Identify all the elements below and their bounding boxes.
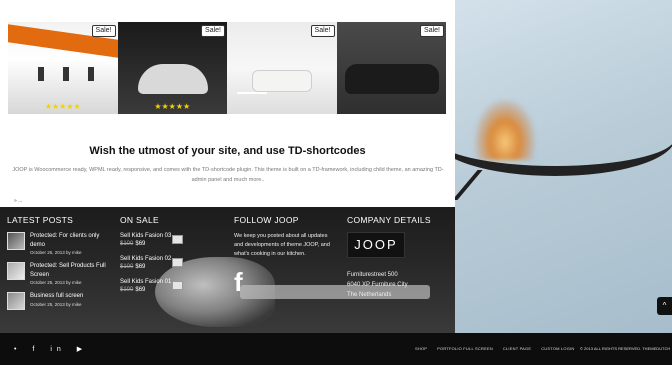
product-name[interactable]: Sell Kids Fasion 01 — [120, 278, 220, 286]
footer-link-custom-login[interactable]: CUSTOM LOGIN — [541, 346, 574, 351]
product-gallery: Sale! ★★★★★ Sale! ★★★★★ Sale! Sale! — [8, 22, 446, 114]
widget-heading: COMPANY DETAILS — [347, 215, 431, 225]
social-links: • f in ▶ — [14, 345, 91, 353]
post-thumbnail[interactable] — [7, 292, 25, 310]
post-thumbnail[interactable] — [7, 262, 25, 280]
sale-badge: Sale! — [420, 25, 444, 37]
company-widget: COMPANY DETAILS JOOP Furniturestreet 500… — [347, 215, 447, 300]
product-name[interactable]: Sell Kids Fasion 02 — [120, 255, 220, 263]
sofa-shape — [252, 70, 312, 92]
footer-widgets: LATEST POSTS Protected: For clients only… — [0, 207, 455, 333]
post-date: October 25, 2013 by mike — [30, 280, 82, 285]
latest-posts-widget: LATEST POSTS Protected: For clients only… — [7, 215, 107, 316]
sale-badge: Sale! — [310, 25, 335, 37]
address-line: The Netherlands — [347, 292, 392, 298]
twitter-icon[interactable]: • — [14, 346, 21, 353]
kitchen-shelf — [88, 67, 94, 81]
post-date: October 25, 2013 by mike — [30, 301, 82, 307]
product-tile-kitchen[interactable]: Sale! ★★★★★ — [8, 22, 118, 114]
product-tile-white-sofa[interactable]: Sale! — [227, 22, 337, 114]
sale-price: $69 — [135, 264, 146, 270]
old-price: $100 — [120, 264, 134, 270]
post-thumbnail[interactable] — [7, 232, 25, 250]
product-price: $100 $69 — [120, 263, 220, 271]
old-price: $100 — [120, 287, 134, 293]
product-name[interactable]: Sell Kids Fasion 03 — [120, 232, 220, 240]
post-title[interactable]: Protected: For clients only demo — [30, 232, 107, 249]
footer-menu: SHOP PORTFOLIO FULL SCREEN CLIENT PAGE C… — [415, 346, 574, 351]
list-item[interactable]: Protected: For clients only demo October… — [7, 232, 107, 256]
facebook-icon[interactable]: f — [234, 269, 339, 295]
widget-heading: LATEST POSTS — [7, 215, 74, 225]
sale-badge: Sale! — [91, 25, 116, 37]
address-line: Furniturestreet 500 — [347, 272, 398, 278]
footer-link-shop[interactable]: SHOP — [415, 346, 427, 351]
old-price: $100 — [120, 241, 134, 247]
follow-widget: FOLLOW JOOP We keep you posted about all… — [234, 215, 339, 295]
breadcrumb[interactable]: » ... — [14, 198, 22, 204]
footer-link-client-page[interactable]: CLIENT PAGE — [503, 346, 531, 351]
scroll-to-top-button[interactable]: ^ — [657, 297, 672, 315]
sale-badge: Sale! — [201, 25, 225, 37]
sofa-shape — [344, 64, 439, 94]
kitchen-shelf — [63, 67, 69, 81]
sale-price: $69 — [135, 241, 146, 247]
post-title[interactable]: Business full screen — [30, 292, 83, 301]
footer-link-portfolio[interactable]: PORTFOLIO FULL SCREEN — [437, 346, 493, 351]
list-item[interactable]: Sell Kids Fasion 01 $100 $69 — [120, 278, 220, 296]
widget-heading: ON SALE — [120, 215, 159, 225]
list-item[interactable]: Sell Kids Fasion 03 $100 $69 — [120, 232, 220, 250]
main-content: Sale! ★★★★★ Sale! ★★★★★ Sale! Sale! Wish… — [0, 0, 455, 207]
follow-text: We keep you posted about all updates and… — [234, 233, 330, 257]
product-price: $100 $69 — [120, 286, 220, 294]
product-thumbnail[interactable] — [172, 281, 183, 290]
rating-stars: ★★★★★ — [154, 102, 191, 111]
copyright-text: © 2013 ALL RIGHTS RESERVED. THEMEDUTCH — [580, 346, 671, 351]
post-title[interactable]: Protected: Sell Products Full Screen — [30, 262, 107, 279]
facebook-icon[interactable]: f — [32, 346, 39, 353]
on-sale-widget: ON SALE Sell Kids Fasion 03 $100 $69 Sell… — [120, 215, 220, 301]
product-tile-leather-sofa[interactable]: Sale! — [336, 22, 446, 114]
list-item[interactable]: Sell Kids Fasion 02 $100 $69 — [120, 255, 220, 273]
list-item[interactable]: Protected: Sell Products Full Screen Oct… — [7, 262, 107, 286]
rating-stars: ★★★★★ — [44, 102, 81, 111]
table-shape — [237, 92, 267, 102]
section-intro: JOOP is Woocommerce ready, WPML ready, r… — [12, 167, 444, 183]
product-thumbnail[interactable] — [172, 258, 183, 267]
post-date: October 25, 2013 by mike — [30, 250, 82, 255]
section-headline: Wish the utmost of your site, and use TD… — [89, 145, 366, 157]
list-item[interactable]: Business full screen October 25, 2013 by… — [7, 292, 107, 310]
kitchen-shelf — [38, 67, 44, 81]
widget-heading: FOLLOW JOOP — [234, 215, 299, 225]
fireplace-stand — [455, 170, 568, 200]
chair-shape — [137, 64, 208, 94]
product-price: $100 $69 — [120, 240, 220, 248]
linkedin-icon[interactable]: in — [50, 346, 65, 353]
address-line: 6040 XP Furniture City — [347, 282, 408, 288]
site-footer: • f in ▶ SHOP PORTFOLIO FULL SCREEN CLIE… — [0, 333, 672, 365]
sale-price: $69 — [135, 287, 146, 293]
product-thumbnail[interactable] — [172, 235, 183, 244]
product-tile-chair[interactable]: Sale! ★★★★★ — [117, 22, 227, 114]
company-logo: JOOP — [347, 232, 405, 258]
youtube-icon[interactable]: ▶ — [77, 345, 87, 353]
hero-backdrop-image — [455, 0, 672, 333]
